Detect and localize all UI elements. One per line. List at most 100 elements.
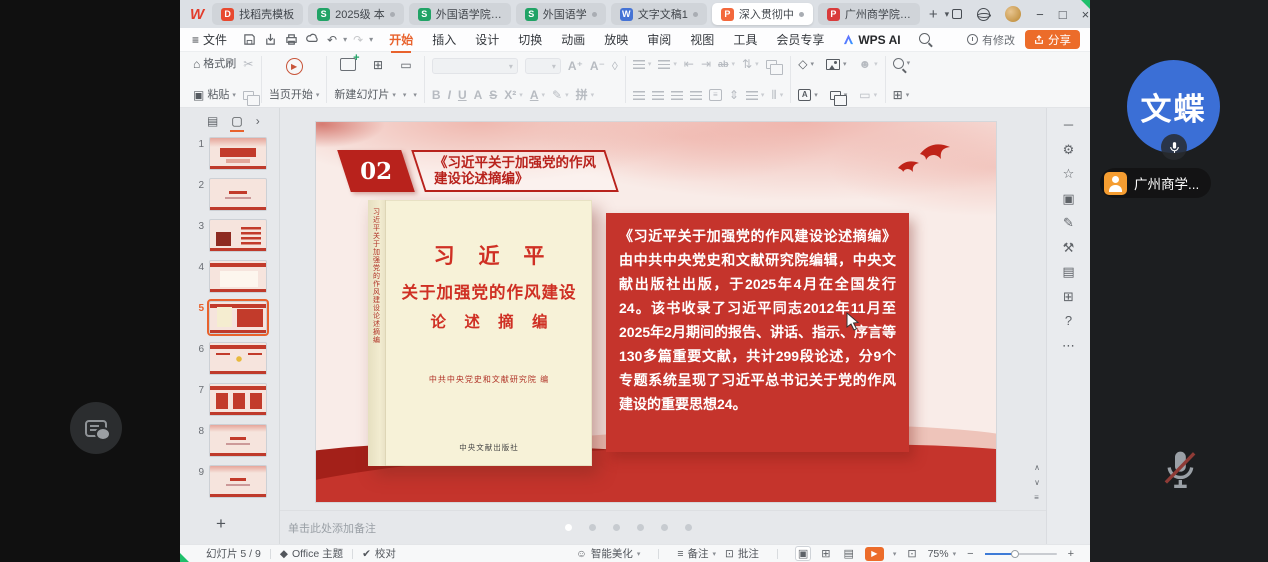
quickbar-caret[interactable]: ▾ [369, 35, 373, 44]
undo-caret[interactable]: ▾ [343, 35, 347, 44]
paragraph-spacing-button[interactable]: ▾ [746, 91, 765, 100]
increase-indent-button[interactable]: ⇥ [701, 58, 711, 70]
zoom-slider[interactable] [985, 553, 1057, 555]
comments-button[interactable]: ⊡批注 [725, 546, 759, 561]
layout-button[interactable]: ⊞ [373, 59, 383, 71]
more-tools-icon[interactable]: ⋯ [1062, 339, 1075, 352]
tab-list-caret[interactable]: ▾ [942, 9, 953, 20]
strikethrough-button[interactable]: S [489, 89, 497, 101]
notes-placeholder[interactable]: 单击此处添加备注 [288, 520, 376, 536]
slide-thumbnail-7[interactable]: 7 [180, 383, 279, 424]
tab-docer[interactable]: D 找稻壳模板 [212, 3, 303, 25]
slide-preview[interactable] [209, 301, 267, 334]
menu-design[interactable]: 设计 [475, 31, 499, 48]
underline-button[interactable]: U [458, 89, 467, 101]
text-to-diagram-button[interactable] [766, 60, 777, 69]
play-from-current-button[interactable]: ▶ 当页开始▾ [269, 58, 320, 101]
collapse-rail-icon[interactable]: ─ [1064, 118, 1073, 131]
slide-preview[interactable] [209, 137, 267, 170]
outline-view-icon[interactable]: ▤ [207, 115, 218, 127]
slide-preview[interactable] [209, 219, 267, 252]
tab-sheet-1[interactable]: S 2025级 本 [308, 3, 404, 25]
slide-thumbnail-9[interactable]: 9 [180, 465, 279, 506]
text-direction-button[interactable]: ⇅▾ [742, 58, 759, 70]
object-properties-icon[interactable]: ⚙ [1063, 143, 1075, 156]
cloud-share-button[interactable] [306, 33, 319, 46]
slide-body-textbox[interactable]: 《习近平关于加强党的作风建设论述摘编》由中共中央党史和文献研究院编辑，中央文献出… [606, 213, 909, 452]
modified-status[interactable]: 有修改 [967, 32, 1015, 48]
menu-member[interactable]: 会员专享 [776, 31, 824, 48]
insert-portrait-button[interactable]: ☻▾ [859, 58, 878, 70]
tools-icon[interactable]: ⚒ [1063, 241, 1075, 254]
superscript-button[interactable]: X²▾ [504, 89, 523, 101]
participant-pill[interactable]: 广州商学... [1100, 168, 1211, 198]
insert-shape-button[interactable]: ◇▾ [798, 58, 814, 70]
zoom-slider-knob[interactable] [1011, 550, 1019, 558]
meeting-toolbar-button[interactable] [70, 402, 122, 454]
slide-preview[interactable] [209, 465, 267, 498]
layout-caret[interactable]: ▾ [403, 92, 407, 99]
tab-writer[interactable]: W 文字文稿1 [611, 3, 707, 25]
menu-slideshow[interactable]: 放映 [604, 31, 628, 48]
tab-sheet-2[interactable]: S 外国语学院202 [409, 3, 511, 25]
new-tab-button[interactable]: + [925, 6, 942, 23]
tab-sheet-3[interactable]: S 外国语学 [516, 3, 606, 25]
minimize-button[interactable]: − [1036, 8, 1044, 21]
slide-preview[interactable] [209, 383, 267, 416]
pagination-dot-active[interactable] [565, 524, 572, 531]
columns-button[interactable]: ⦀▾ [771, 89, 783, 101]
menu-insert[interactable]: 插入 [432, 31, 456, 48]
merge-shapes-button[interactable]: ▭▾ [859, 89, 877, 101]
slide-thumbnail-2[interactable]: 2 [180, 178, 279, 219]
slide-sorter-view-button[interactable]: ⊞ [819, 547, 832, 560]
pagination-dot[interactable] [637, 524, 644, 531]
slide-thumbnail-8[interactable]: 8 [180, 424, 279, 465]
previous-slide-button[interactable]: ∧ [1034, 464, 1040, 472]
split-window-icon[interactable] [952, 9, 962, 19]
align-right-button[interactable] [671, 91, 683, 100]
format-painter-button[interactable]: ⌂格式刷 [193, 58, 236, 70]
slide-preview[interactable] [209, 178, 267, 211]
slide-preview[interactable] [209, 342, 267, 375]
save-button[interactable] [243, 33, 256, 46]
workspace-globe-icon[interactable] [977, 8, 990, 21]
cut-button[interactable]: ✂ [243, 58, 253, 70]
font-color-button[interactable]: A▾ [530, 89, 545, 101]
zoom-level[interactable]: 75%▾ [928, 548, 957, 560]
proofing-button[interactable]: ✔校对 [362, 546, 396, 561]
tab-presentation-active[interactable]: P 深入贯彻中 [712, 3, 813, 25]
copy-button[interactable] [243, 91, 254, 100]
menu-animation[interactable]: 动画 [561, 31, 585, 48]
increase-font-button[interactable]: A⁺ [568, 60, 583, 72]
splitter-handle[interactable]: ≡ [1034, 494, 1040, 502]
search-button[interactable] [919, 33, 930, 47]
decrease-indent-button[interactable]: ⇤ [684, 58, 694, 70]
italic-button[interactable]: I [448, 89, 451, 101]
account-avatar[interactable] [1005, 6, 1021, 22]
insert-textbox-button[interactable]: A▾ [798, 89, 818, 101]
muted-microphone-icon[interactable] [1152, 440, 1208, 500]
slide-thumbnail-1[interactable]: 1 [180, 137, 279, 178]
wps-ai-button[interactable]: WPS AI [843, 33, 900, 47]
slide-thumbnail-6[interactable]: 6 [180, 342, 279, 383]
smart-beautify-button[interactable]: ☺智能美化▾ [576, 546, 640, 561]
slide-canvas[interactable]: 02 《习近平关于加强党的作风 建设论述摘编》 习近平关于加强党的作风建设论述摘… [316, 122, 996, 502]
section-caret[interactable]: ▾ [413, 92, 417, 99]
align-center-button[interactable] [652, 91, 664, 100]
pagination-dot[interactable] [589, 524, 596, 531]
zoom-out-button[interactable]: − [965, 548, 975, 560]
effects-star-icon[interactable]: ☆ [1063, 167, 1075, 180]
fit-slide-button[interactable]: ⊡ [905, 547, 918, 560]
font-family-select[interactable]: ▾ [432, 58, 518, 74]
arrange-button[interactable]: ▾ [830, 91, 848, 100]
resource-library-icon[interactable]: ⊞ [1063, 290, 1074, 303]
close-button[interactable]: × [1082, 8, 1090, 21]
notes-toggle-button[interactable]: ≡备注▾ [677, 546, 716, 561]
highlight-button[interactable]: ✎▾ [552, 89, 569, 101]
justify-button[interactable] [690, 91, 702, 100]
char-border-button[interactable]: A [474, 89, 483, 101]
insert-image-button[interactable]: ▾ [826, 59, 847, 70]
bold-button[interactable]: B [432, 89, 441, 101]
maximize-button[interactable]: □ [1059, 8, 1067, 21]
reference-book-icon[interactable]: ▤ [1062, 265, 1074, 278]
